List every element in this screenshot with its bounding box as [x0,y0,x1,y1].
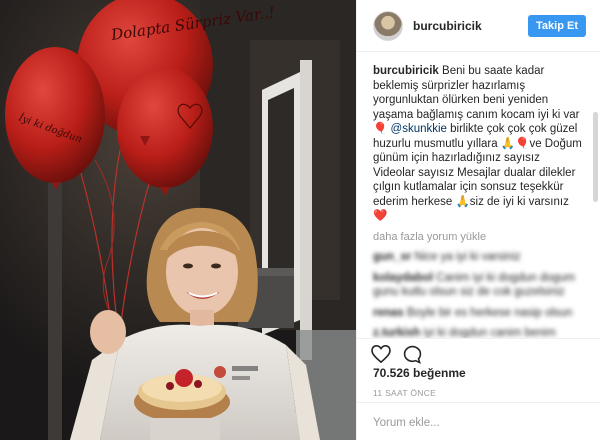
caption-mention[interactable]: @skunkkie [391,123,447,135]
comment-text: Boyle bir es herkese nasip olsun [406,306,573,319]
load-more-comments-link[interactable]: daha fazla yorum yükle [373,230,584,245]
comments-scrollbar[interactable] [593,112,598,202]
post-timestamp: 11 SAAT ÖNCE [373,388,437,398]
comment-row: gun_sr Nice ya iyi ki varsiniz [373,250,584,265]
photo-illustration: Dolapta Sürpriz Var..! İyi ki doğdun [0,0,356,440]
balloon-right [117,68,213,188]
caption-username[interactable]: burcubiricik [373,65,439,77]
comment-text: iyi ki dogdun canim benim [423,327,556,338]
comment-username[interactable]: gun_sr [373,251,411,263]
comment-text: Nice ya iyi ki varsiniz [414,251,521,263]
comment-username[interactable]: kolaydabol [373,272,433,284]
likes-count[interactable]: 70.526 beğenme [373,366,466,380]
post-details-panel: burcubiricik Takip Et burcubiricik Beni … [356,0,600,440]
follow-button[interactable]: Takip Et [528,14,586,37]
comment-input[interactable] [373,417,584,429]
post-photo[interactable]: Dolapta Sürpriz Var..! İyi ki doğdun [0,0,356,440]
comment-username[interactable]: z.turkish [373,327,420,338]
caption: burcubiricik Beni bu saate kadar beklemi… [373,64,584,224]
action-bar [357,338,600,366]
post-header: burcubiricik Takip Et [357,0,600,52]
header-username[interactable]: burcubiricik [413,19,528,33]
comment-row: z.turkish iyi ki dogdun canim benim [373,326,584,338]
add-comment-box [357,402,600,440]
comments-section: burcubiricik Beni bu saate kadar beklemi… [357,52,600,338]
comment-icon[interactable] [403,345,422,366]
comment-row: renas Boyle bir es herkese nasip olsun [373,306,584,321]
comment-row: kolaydabol Canim iyi ki dogdun dogum gun… [373,271,584,300]
avatar[interactable] [373,10,403,41]
heart-icon[interactable] [371,344,391,366]
caption-text-part2: birlikte çok çok çok güzel huzurlu musmu… [373,123,582,222]
comment-username[interactable]: renas [373,307,404,319]
